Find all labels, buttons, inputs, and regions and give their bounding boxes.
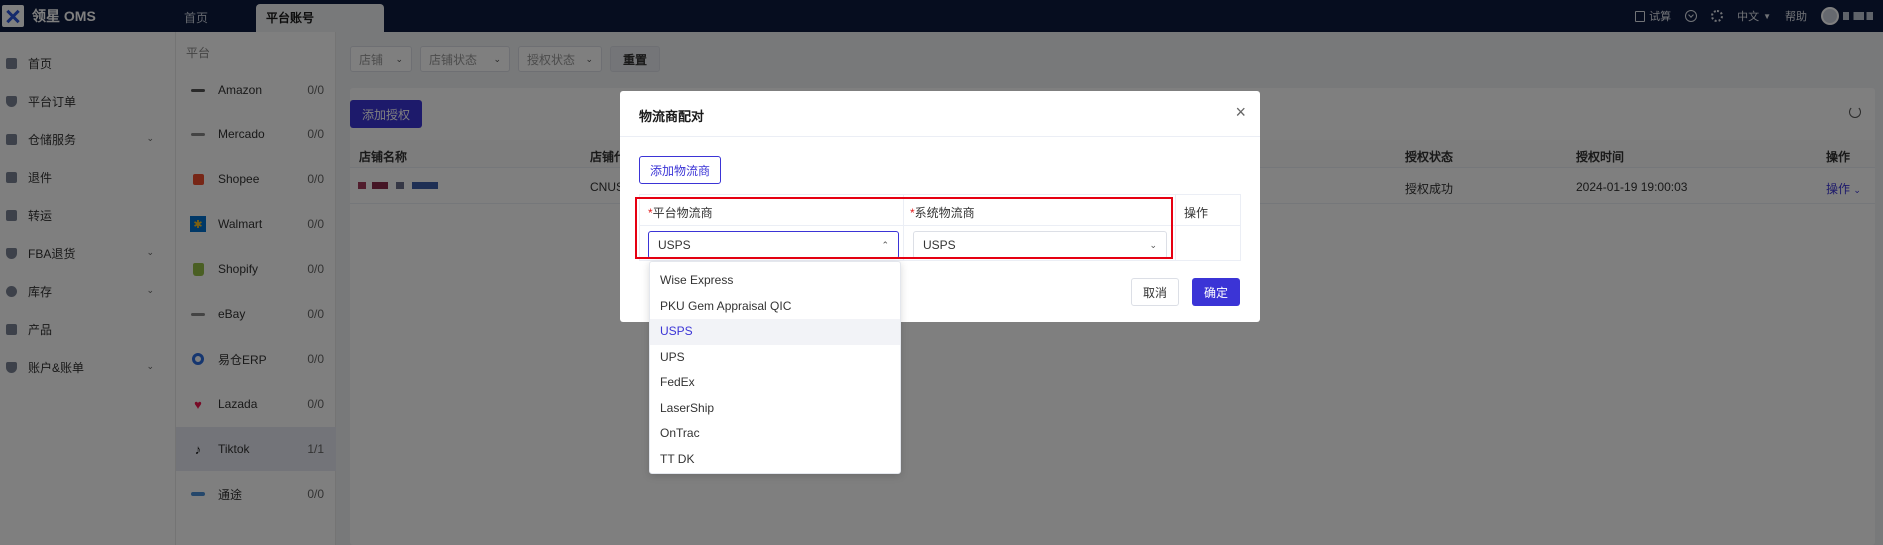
close-icon[interactable]: ×	[1235, 103, 1246, 121]
confirm-button[interactable]: 确定	[1192, 278, 1240, 306]
highlight-annotation	[635, 197, 1173, 259]
modal-header: 物流商配对 ×	[620, 91, 1260, 137]
dropdown-option[interactable]: FedEx	[650, 370, 900, 396]
dropdown-option[interactable]: OnTrac	[650, 421, 900, 447]
dropdown-option-selected[interactable]: USPS	[650, 319, 900, 345]
column-header-action: 操作	[1184, 206, 1209, 220]
cancel-button[interactable]: 取消	[1131, 278, 1179, 306]
dropdown-option[interactable]: LaserShip	[650, 396, 900, 422]
dropdown-option[interactable]: UPS	[650, 345, 900, 371]
modal-title: 物流商配对	[639, 109, 705, 124]
add-carrier-button[interactable]: 添加物流商	[639, 156, 722, 184]
dropdown-option[interactable]: TT DK	[650, 447, 900, 473]
dropdown-option[interactable]: Wise Express	[650, 268, 900, 294]
dropdown-option[interactable]: PKU Gem Appraisal QIC	[650, 294, 900, 320]
platform-carrier-dropdown: Wise Express PKU Gem Appraisal QIC USPS …	[649, 261, 901, 474]
column-divider	[1175, 195, 1176, 260]
